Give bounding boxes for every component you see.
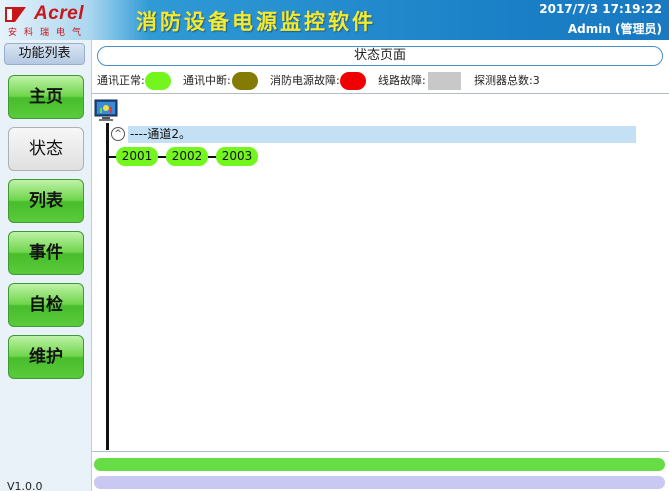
app-window: Acrel 安科瑞电气 消防设备电源监控软件 2017/7/3 17:19:22… bbox=[0, 0, 669, 491]
legend-normal-label: 通讯正常: bbox=[97, 74, 145, 87]
logo-subtitle: 安科瑞电气 bbox=[8, 28, 89, 38]
device-node-2003[interactable]: 2003 bbox=[216, 147, 258, 166]
logo-name: Acrel bbox=[34, 3, 85, 24]
legend-interrupt-swatch bbox=[232, 72, 258, 90]
detector-total: 探测器总数:3 bbox=[474, 74, 540, 87]
legend-line-fault-swatch bbox=[428, 72, 461, 90]
version-label: V1.0.0 bbox=[7, 480, 43, 491]
legend-interrupt-label: 通讯中断: bbox=[183, 74, 231, 87]
nav-home-button[interactable]: 主页 bbox=[8, 75, 84, 119]
nav-maintenance-button[interactable]: 维护 bbox=[8, 335, 84, 379]
status-bar-green bbox=[94, 458, 665, 471]
device-node-2001[interactable]: 2001 bbox=[116, 147, 158, 166]
legend-power-fault-label: 消防电源故障: bbox=[270, 74, 340, 87]
nav-status-button[interactable]: 状态 bbox=[8, 127, 84, 171]
legend-normal-swatch bbox=[145, 72, 171, 90]
nav-events-button[interactable]: 事件 bbox=[8, 231, 84, 275]
device-node-2002[interactable]: 2002 bbox=[166, 147, 208, 166]
legend-power-fault-swatch bbox=[340, 72, 366, 90]
monitor-icon[interactable] bbox=[94, 99, 118, 123]
nav-selftest-button[interactable]: 自检 bbox=[8, 283, 84, 327]
sidebar-title: 功能列表 bbox=[4, 43, 85, 65]
header-bar: Acrel 安科瑞电气 消防设备电源监控软件 2017/7/3 17:19:22… bbox=[0, 0, 669, 40]
divider bbox=[92, 93, 669, 94]
sidebar: 功能列表 主页 状态 列表 事件 自检 维护 V1.0.0 bbox=[0, 40, 92, 491]
status-bar-purple bbox=[94, 476, 665, 489]
acrel-logo-mark-icon bbox=[5, 7, 26, 22]
tree-trunk-line bbox=[106, 123, 109, 450]
acrel-logo: Acrel 安科瑞电气 bbox=[4, 3, 112, 38]
nav-list-button[interactable]: 列表 bbox=[8, 179, 84, 223]
channel-node[interactable]: ----通道2。 bbox=[128, 126, 636, 143]
collapse-toggle-icon[interactable]: ^ bbox=[111, 127, 125, 141]
datetime-display: 2017/7/3 17:19:22 bbox=[539, 2, 662, 16]
app-title: 消防设备电源监控软件 bbox=[136, 10, 376, 34]
current-user: Admin (管理员) bbox=[567, 22, 662, 36]
page-title: 状态页面 bbox=[97, 46, 663, 66]
legend-line-fault-label: 线路故障: bbox=[378, 74, 426, 87]
divider bbox=[92, 451, 669, 452]
